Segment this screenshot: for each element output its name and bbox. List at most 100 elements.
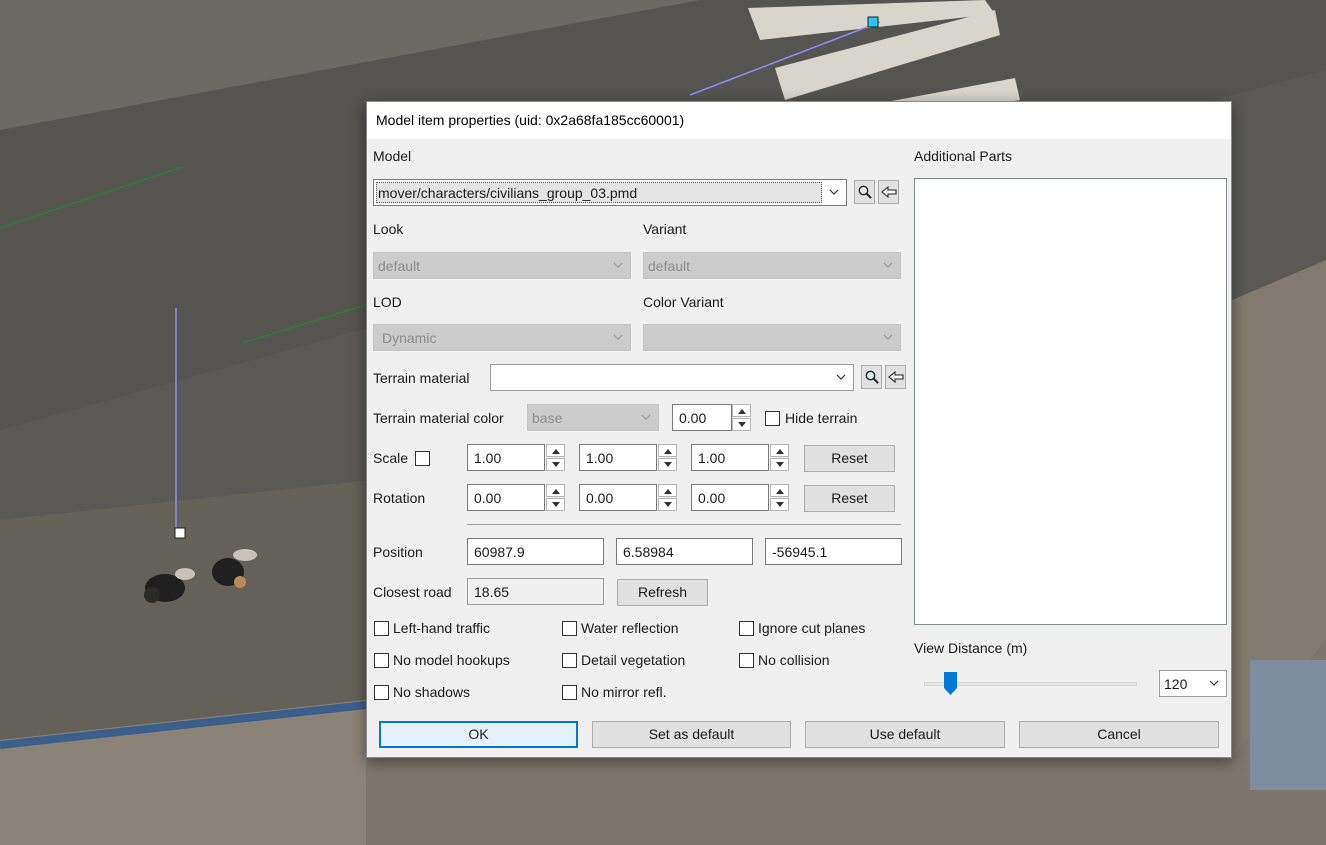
variant-label: Variant <box>643 221 687 237</box>
terrain-material-color-value: base <box>532 410 563 426</box>
scale-z-spinner[interactable] <box>770 444 789 471</box>
position-y-input[interactable]: 6.58984 <box>616 538 753 565</box>
no-collision-checkbox[interactable] <box>739 653 754 668</box>
position-z-input[interactable]: -56945.1 <box>765 538 902 565</box>
model-pick-button[interactable] <box>878 180 899 204</box>
left-hand-traffic-label: Left-hand traffic <box>393 620 491 636</box>
position-label: Position <box>373 544 423 560</box>
model-combobox[interactable]: mover/characters/civilians_group_03.pmd <box>373 179 847 206</box>
rotation-x-spinner[interactable] <box>546 484 565 511</box>
refresh-button[interactable]: Refresh <box>617 579 708 606</box>
model-properties-dialog: Model item properties (uid: 0x2a68fa185c… <box>366 101 1232 758</box>
model-value: mover/characters/civilians_group_03.pmd <box>378 185 638 201</box>
scale-y-input[interactable]: 1.00 <box>579 444 657 471</box>
terrain-material-color-amount-input[interactable]: 0.00 <box>672 404 732 431</box>
color-variant-combobox[interactable] <box>643 324 901 351</box>
rotation-x-input[interactable]: 0.00 <box>467 484 545 511</box>
scale-reset-button[interactable]: Reset <box>804 445 895 472</box>
dialog-titlebar[interactable]: Model item properties (uid: 0x2a68fa185c… <box>367 102 1231 139</box>
model-browse-button[interactable] <box>854 180 875 204</box>
spin-up-button[interactable] <box>546 484 565 497</box>
ok-button[interactable]: OK <box>379 721 578 748</box>
scale-y-value: 1.00 <box>586 450 614 466</box>
gizmo-handle[interactable] <box>174 527 186 539</box>
rotation-y-input[interactable]: 0.00 <box>579 484 657 511</box>
position-x-input[interactable]: 60987.9 <box>467 538 604 565</box>
caret-down-icon <box>738 422 746 427</box>
caret-up-icon <box>776 449 784 454</box>
rotation-z-input[interactable]: 0.00 <box>691 484 769 511</box>
spin-up-button[interactable] <box>658 444 677 457</box>
scale-z-input[interactable]: 1.00 <box>691 444 769 471</box>
model-label: Model <box>373 148 412 164</box>
view-distance-combobox[interactable]: 120 <box>1159 670 1227 697</box>
ok-label: OK <box>468 726 489 742</box>
spin-up-button[interactable] <box>770 484 789 497</box>
view-distance-value: 120 <box>1164 676 1188 692</box>
closest-road-label: Closest road <box>373 584 452 600</box>
terrain-material-color-combobox[interactable]: base <box>527 404 659 431</box>
additional-parts-label: Additional Parts <box>914 148 1013 164</box>
terrain-color-amount-spinner[interactable] <box>732 404 751 431</box>
rotation-z-spinner[interactable] <box>770 484 789 511</box>
additional-parts-list[interactable] <box>914 178 1227 625</box>
terrain-material-label: Terrain material <box>373 370 470 386</box>
scale-x-input[interactable]: 1.00 <box>467 444 545 471</box>
rotation-reset-label: Reset <box>831 490 868 506</box>
detail-vegetation-checkbox[interactable] <box>562 653 577 668</box>
lod-label: LOD <box>373 294 402 310</box>
building-glass <box>1250 660 1326 790</box>
scale-y-spinner[interactable] <box>658 444 677 471</box>
caret-down-icon <box>664 462 672 467</box>
scale-z-value: 1.00 <box>698 450 726 466</box>
rotation-y-spinner[interactable] <box>658 484 677 511</box>
set-as-default-button[interactable]: Set as default <box>592 721 791 748</box>
rotation-label: Rotation <box>373 490 426 506</box>
caret-up-icon <box>552 489 560 494</box>
no-shadows-label: No shadows <box>393 684 471 700</box>
terrain-material-combobox[interactable] <box>490 364 854 391</box>
dialog-title: Model item properties (uid: 0x2a68fa185c… <box>376 112 685 128</box>
spin-up-button[interactable] <box>732 404 751 417</box>
spin-down-button[interactable] <box>658 458 677 471</box>
caret-up-icon <box>552 449 560 454</box>
view-distance-label: View Distance (m) <box>914 640 1028 656</box>
spin-down-button[interactable] <box>770 498 789 511</box>
scale-x-spinner[interactable] <box>546 444 565 471</box>
caret-up-icon <box>738 409 746 414</box>
ignore-cut-planes-checkbox[interactable] <box>739 621 754 636</box>
scale-uniform-checkbox[interactable] <box>415 451 430 466</box>
rotation-reset-button[interactable]: Reset <box>804 485 895 512</box>
view-distance-slider-thumb[interactable] <box>944 672 957 695</box>
no-shadows-checkbox[interactable] <box>374 685 389 700</box>
no-model-hookups-checkbox[interactable] <box>374 653 389 668</box>
no-mirror-refl-checkbox[interactable] <box>562 685 577 700</box>
caret-down-icon <box>664 502 672 507</box>
ignore-cut-planes-label: Ignore cut planes <box>758 620 866 636</box>
left-hand-traffic-checkbox[interactable] <box>374 621 389 636</box>
use-default-button[interactable]: Use default <box>805 721 1005 748</box>
chevron-down-icon <box>883 334 893 340</box>
cancel-button[interactable]: Cancel <box>1019 721 1219 748</box>
use-default-label: Use default <box>869 726 941 742</box>
hide-terrain-checkbox[interactable] <box>765 411 780 426</box>
rotation-x-value: 0.00 <box>474 490 502 506</box>
look-combobox[interactable]: default <box>373 252 631 279</box>
arrow-left-icon <box>888 370 904 384</box>
refresh-label: Refresh <box>637 584 688 600</box>
terrain-material-pick-button[interactable] <box>885 365 906 389</box>
look-value: default <box>378 258 421 274</box>
spin-up-button[interactable] <box>770 444 789 457</box>
variant-combobox[interactable]: default <box>643 252 901 279</box>
spin-down-button[interactable] <box>732 418 751 431</box>
spin-down-button[interactable] <box>546 458 565 471</box>
spin-down-button[interactable] <box>770 458 789 471</box>
water-reflection-checkbox[interactable] <box>562 621 577 636</box>
spin-up-button[interactable] <box>546 444 565 457</box>
spin-down-button[interactable] <box>546 498 565 511</box>
spin-up-button[interactable] <box>658 484 677 497</box>
gizmo-handle[interactable] <box>867 16 879 28</box>
terrain-material-browse-button[interactable] <box>861 365 882 389</box>
spin-down-button[interactable] <box>658 498 677 511</box>
lod-combobox[interactable]: Dynamic <box>373 324 631 351</box>
